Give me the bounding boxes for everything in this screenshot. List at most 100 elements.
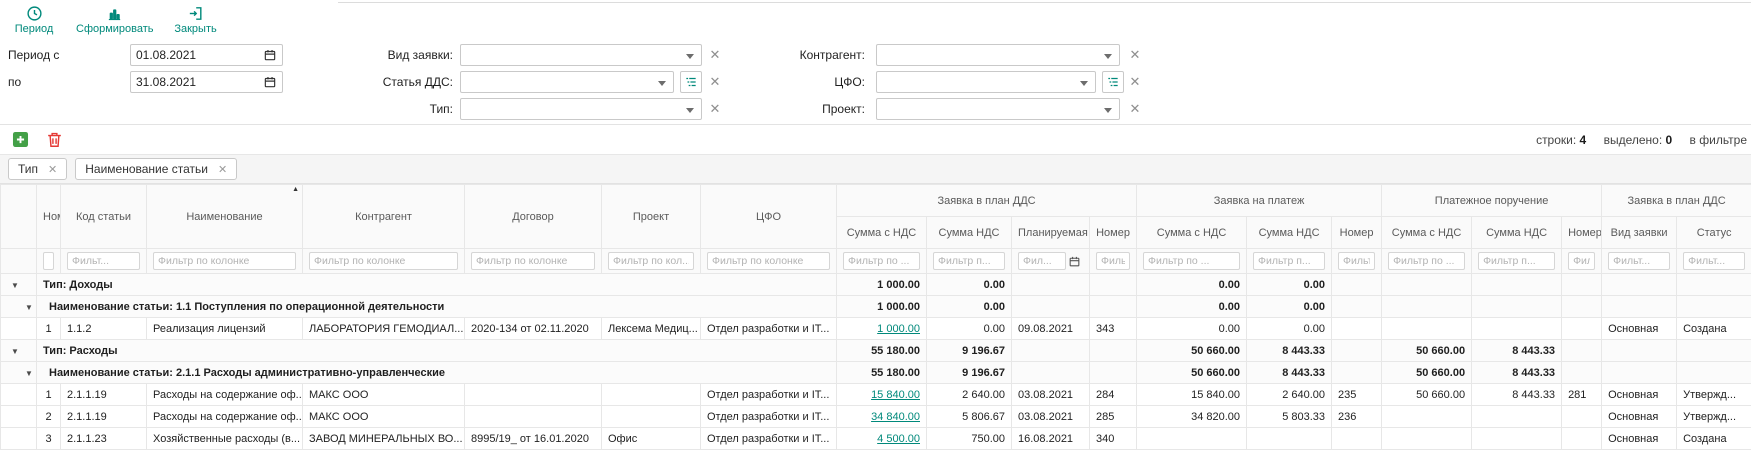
expander-cell: ▼ — [1, 274, 37, 296]
column-filter-input[interactable] — [1388, 252, 1465, 270]
add-row-button[interactable] — [10, 129, 32, 151]
column-header[interactable]: Номер — [1090, 217, 1137, 249]
column-filter-input[interactable] — [1683, 252, 1745, 270]
column-header[interactable]: Сумма с НДС — [837, 217, 927, 249]
column-header[interactable]: Планируемая дата — [1012, 217, 1090, 249]
counterparty-clear-button[interactable]: ✕ — [1127, 47, 1143, 63]
cell — [1, 318, 37, 340]
column-filter-input[interactable] — [1338, 252, 1375, 270]
period-from-input[interactable]: 01.08.2021 — [130, 44, 283, 66]
project-clear-button[interactable]: ✕ — [1127, 101, 1143, 117]
column-header[interactable]: ЦФО — [701, 185, 837, 249]
type-select[interactable] — [460, 98, 702, 120]
dds-article-select[interactable] — [460, 71, 674, 93]
generate-button[interactable]: Сформировать — [76, 4, 154, 35]
collapse-icon[interactable]: ▼ — [11, 281, 19, 290]
column-filter-input[interactable] — [933, 252, 1005, 270]
group-total-cell — [1012, 340, 1090, 362]
group-row[interactable]: ▼Тип: Расходы55 180.009 196.6750 660.008… — [1, 340, 1751, 362]
column-header[interactable]: Контрагент — [303, 185, 465, 249]
column-filter-input[interactable] — [1096, 252, 1130, 270]
column-header[interactable]: Статус — [1677, 217, 1751, 249]
amount-link[interactable]: 15 840.00 — [871, 389, 920, 401]
counterparty-select[interactable] — [876, 44, 1120, 66]
column-header[interactable]: Наименование▲ — [147, 185, 303, 249]
cell: 1 000.00 — [837, 318, 927, 340]
filter-cell — [1137, 249, 1247, 274]
column-filter-input[interactable] — [309, 252, 458, 270]
column-header[interactable]: Проект — [602, 185, 701, 249]
column-filter-input[interactable] — [471, 252, 595, 270]
column-filter-input[interactable] — [843, 252, 920, 270]
column-header[interactable] — [1, 185, 37, 249]
cfo-tree-button[interactable] — [1102, 71, 1124, 93]
type-clear-button[interactable]: ✕ — [707, 101, 723, 117]
group-total-cell — [1562, 296, 1602, 318]
collapse-icon[interactable]: ▼ — [25, 303, 33, 312]
column-filter-input[interactable] — [1478, 252, 1555, 270]
close-button[interactable]: Закрыть — [174, 4, 218, 35]
cell — [602, 406, 701, 428]
column-filter-input[interactable] — [67, 252, 140, 270]
cell: 8995/19_ от 16.01.2020 — [465, 428, 602, 450]
subgroup-row[interactable]: ▼Наименование статьи: 1.1 Поступления по… — [1, 296, 1751, 318]
column-header[interactable]: Номер — [1562, 217, 1602, 249]
column-header[interactable]: Сумма НДС — [1247, 217, 1332, 249]
chip-remove-icon[interactable]: ✕ — [48, 163, 57, 176]
column-filter-input[interactable] — [1568, 252, 1595, 270]
collapse-icon[interactable]: ▼ — [25, 369, 33, 378]
request-kind-clear-button[interactable]: ✕ — [707, 47, 723, 63]
calendar-icon[interactable] — [1068, 254, 1083, 269]
cell — [1562, 428, 1602, 450]
group-chip-type[interactable]: Тип ✕ — [8, 158, 67, 180]
group-total-cell — [1562, 340, 1602, 362]
column-header[interactable]: Сумма НДС — [1472, 217, 1562, 249]
cell: Утвержд... — [1677, 384, 1751, 406]
column-header[interactable]: Ном П/ — [37, 185, 61, 249]
column-filter-input[interactable] — [1143, 252, 1240, 270]
column-filter-input[interactable] — [608, 252, 694, 270]
dds-article-tree-button[interactable] — [680, 71, 702, 93]
column-group-header: Платежное поручение — [1382, 185, 1602, 217]
period-button[interactable]: Период — [12, 4, 56, 35]
period-to-input[interactable]: 31.08.2021 — [130, 71, 283, 93]
column-header[interactable]: Сумма НДС — [927, 217, 1012, 249]
column-header[interactable]: Сумма с НДС — [1137, 217, 1247, 249]
amount-link[interactable]: 1 000.00 — [877, 323, 920, 335]
filter-cell — [837, 249, 927, 274]
generate-button-label: Сформировать — [76, 23, 154, 35]
calendar-icon[interactable] — [263, 48, 277, 62]
cfo-clear-button[interactable]: ✕ — [1127, 74, 1143, 90]
column-filter-input[interactable] — [153, 252, 296, 270]
project-select[interactable] — [876, 98, 1120, 120]
filter-cell — [61, 249, 147, 274]
group-total-cell: 9 196.67 — [927, 362, 1012, 384]
cfo-select[interactable] — [876, 71, 1096, 93]
column-header[interactable]: Код статьи — [61, 185, 147, 249]
chip-remove-icon[interactable]: ✕ — [218, 163, 227, 176]
table-row[interactable]: 22.1.1.19Расходы на содержание оф...МАКС… — [1, 406, 1751, 428]
column-filter-input[interactable] — [1253, 252, 1325, 270]
cell — [1562, 406, 1602, 428]
table-row[interactable]: 32.1.1.23Хозяйственные расходы (в...ЗАВО… — [1, 428, 1751, 450]
column-filter-input[interactable] — [707, 252, 830, 270]
column-filter-input[interactable] — [1608, 252, 1670, 270]
column-filter-input[interactable] — [43, 252, 54, 270]
column-header[interactable]: Номер — [1332, 217, 1382, 249]
dds-article-clear-button[interactable]: ✕ — [707, 74, 723, 90]
column-header[interactable]: Вид заявки — [1602, 217, 1677, 249]
column-filter-input[interactable] — [1018, 252, 1066, 270]
subgroup-row[interactable]: ▼Наименование статьи: 2.1.1 Расходы адми… — [1, 362, 1751, 384]
table-row[interactable]: 11.1.2Реализация лицензийЛАБОРАТОРИЯ ГЕМ… — [1, 318, 1751, 340]
column-header[interactable]: Договор — [465, 185, 602, 249]
amount-link[interactable]: 34 840.00 — [871, 411, 920, 423]
group-chip-article-name[interactable]: Наименование статьи ✕ — [75, 158, 237, 180]
calendar-icon[interactable] — [263, 75, 277, 89]
table-row[interactable]: 12.1.1.19Расходы на содержание оф...МАКС… — [1, 384, 1751, 406]
delete-row-button[interactable] — [44, 129, 66, 151]
column-header[interactable]: Сумма с НДС — [1382, 217, 1472, 249]
amount-link[interactable]: 4 500.00 — [877, 433, 920, 445]
collapse-icon[interactable]: ▼ — [11, 347, 19, 356]
group-row[interactable]: ▼Тип: Доходы1 000.000.000.000.00 — [1, 274, 1751, 296]
request-kind-select[interactable] — [460, 44, 702, 66]
